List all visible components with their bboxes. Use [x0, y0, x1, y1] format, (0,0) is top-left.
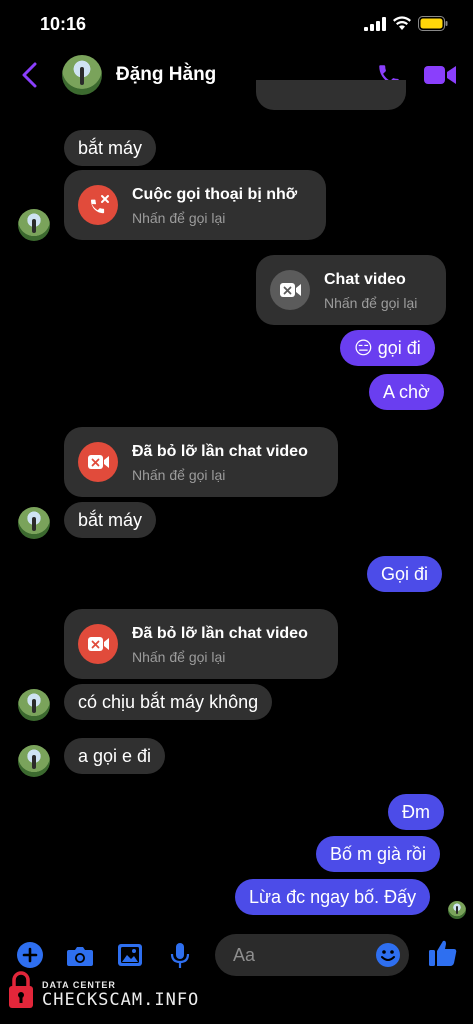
missed-video-chat-card[interactable]: Đã bỏ lỡ lần chat video Nhấn để gọi lại: [64, 427, 338, 497]
watermark-caption: DATA CENTER: [42, 980, 116, 990]
call-title: Cuộc gọi thoại bị nhỡ: [132, 186, 298, 203]
status-time: 10:16: [40, 14, 87, 34]
back-arrow-icon[interactable]: [20, 62, 40, 88]
call-subtitle: Nhấn để gọi lại: [324, 295, 418, 311]
missed-voice-call-card[interactable]: Cuộc gọi thoại bị nhỡ Nhấn để gọi lại: [64, 170, 326, 240]
header-avatar[interactable]: [62, 55, 102, 95]
received-message: a gọi e đi: [64, 738, 166, 774]
received-message: có chịu bắt máy không: [64, 684, 273, 720]
sender-avatar: [18, 507, 50, 539]
status-bar: 10:16: [0, 0, 473, 50]
partial-message-bubble: [256, 80, 406, 110]
sent-message: A chờ: [369, 374, 444, 410]
contact-name[interactable]: Đặng Hằng: [116, 64, 216, 86]
sent-message: Đm: [388, 794, 444, 830]
sender-avatar: [18, 689, 50, 721]
video-call-icon[interactable]: [424, 64, 456, 86]
thumbs-up-icon[interactable]: [428, 938, 458, 968]
gallery-icon[interactable]: [117, 943, 143, 967]
watermark: DATA CENTER CHECKSCAM.INFO: [6, 968, 206, 1024]
sent-message: Bố m già rồi: [316, 836, 441, 872]
sender-avatar: [18, 745, 50, 777]
call-title: Đã bỏ lỡ lần chat video: [132, 443, 308, 460]
call-subtitle: Nhấn để gọi lại: [132, 649, 226, 665]
lock-icon: [9, 971, 33, 1008]
missed-video-chat-card[interactable]: Đã bỏ lỡ lần chat video Nhấn để gọi lại: [64, 609, 338, 679]
wifi-icon: [393, 16, 411, 30]
signal-icon: [364, 17, 386, 31]
emoji-icon[interactable]: [375, 942, 401, 968]
camera-icon[interactable]: [66, 944, 94, 968]
received-message: bắt máy: [64, 502, 157, 538]
plus-icon[interactable]: [17, 942, 43, 968]
video-camera-icon: [270, 270, 310, 310]
missed-video-icon: [78, 624, 118, 664]
sender-avatar: [18, 209, 50, 241]
battery-icon: [418, 16, 448, 31]
call-subtitle: Nhấn để gọi lại: [132, 210, 226, 226]
call-title: Đã bỏ lỡ lần chat video: [132, 625, 308, 642]
watermark-title: CHECKSCAM.INFO: [42, 990, 200, 1010]
microphone-icon[interactable]: [170, 942, 190, 970]
missed-call-icon: [78, 185, 118, 225]
read-receipt-avatar: [448, 901, 466, 919]
message-input[interactable]: Aa: [215, 934, 409, 976]
message-input-placeholder: Aa: [233, 945, 256, 965]
missed-video-icon: [78, 442, 118, 482]
video-chat-card[interactable]: Chat video Nhấn để gọi lại: [256, 255, 446, 325]
sent-message: Lừa đc ngay bố. Đấy: [235, 879, 431, 915]
received-message: bắt máy: [64, 130, 157, 166]
sent-message: Gọi đi: [367, 556, 443, 592]
call-subtitle: Nhấn để gọi lại: [132, 467, 226, 483]
sent-message: 😑 gọi đi: [340, 330, 435, 366]
call-title: Chat video: [324, 271, 406, 288]
